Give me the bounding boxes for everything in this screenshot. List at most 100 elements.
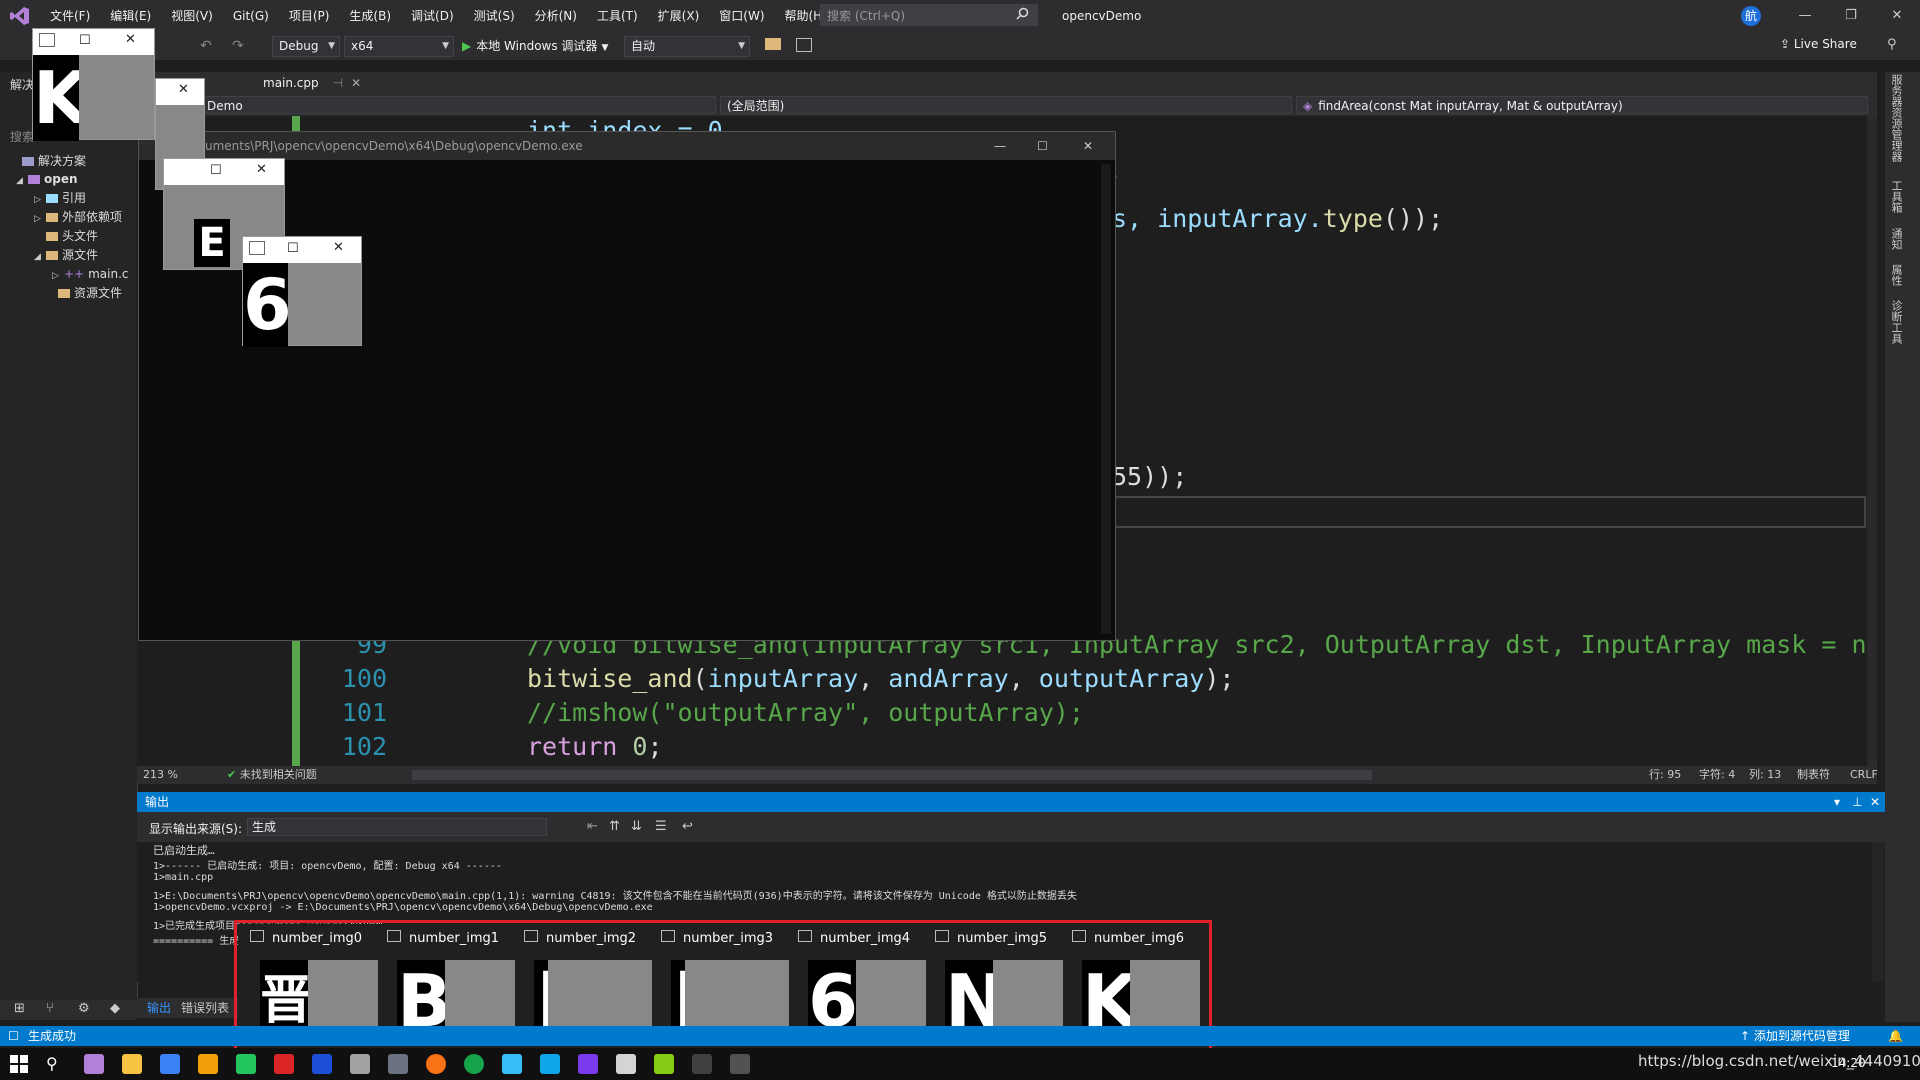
- solution-explorer-tab-icon[interactable]: ⊞: [14, 1001, 25, 1016]
- file-explorer-taskbar-icon[interactable]: [122, 1054, 142, 1074]
- undo-icon[interactable]: ↶: [200, 38, 212, 54]
- image-window-titlebar[interactable]: ☐ ✕: [164, 159, 284, 185]
- app-taskbar-icon[interactable]: [388, 1054, 408, 1074]
- firefox-taskbar-icon[interactable]: [426, 1054, 446, 1074]
- account-avatar[interactable]: 航: [1741, 6, 1761, 26]
- function-scope-dropdown[interactable]: ◈ findArea(const Mat inputArray, Mat & ou…: [1296, 96, 1868, 114]
- prev-message-icon[interactable]: ⇈: [609, 819, 620, 834]
- issues-indicator[interactable]: ✔ 未找到相关问题: [227, 766, 317, 784]
- app-taskbar-icon[interactable]: [350, 1054, 370, 1074]
- start-debugging-button[interactable]: ▶ 本地 Windows 调试器 ▼: [462, 36, 608, 57]
- auto-dropdown[interactable]: 自动 ▼: [624, 36, 750, 57]
- tab-error-list[interactable]: 错误列表: [181, 998, 229, 1018]
- tree-item-project[interactable]: ◢ open: [16, 170, 78, 188]
- notifications-tab[interactable]: 通知: [1888, 228, 1904, 250]
- diagnostics-tab[interactable]: 诊断工具: [1888, 300, 1904, 344]
- menu-git[interactable]: Git(G): [223, 0, 279, 32]
- menu-extensions[interactable]: 扩展(X): [648, 0, 710, 32]
- tree-item-main-cpp[interactable]: ▷ ++ main.c: [52, 265, 129, 283]
- app-taskbar-icon[interactable]: [692, 1054, 712, 1074]
- close-button[interactable]: ✕: [1083, 132, 1093, 160]
- close-button[interactable]: ✕: [178, 82, 189, 97]
- menu-debug[interactable]: 调试(D): [401, 0, 464, 32]
- app-taskbar-icon[interactable]: [274, 1054, 294, 1074]
- horizontal-scrollbar[interactable]: [412, 770, 1372, 780]
- console-scrollbar[interactable]: [1101, 164, 1111, 634]
- feedback-icon[interactable]: ⚲: [1887, 37, 1897, 52]
- left-horizontal-scrollbar[interactable]: [0, 978, 137, 992]
- tab-output[interactable]: 输出: [147, 998, 171, 1018]
- opencv-window-taskbar-icon[interactable]: [730, 1054, 750, 1074]
- folder-icon[interactable]: [765, 38, 781, 50]
- toolbox-tab[interactable]: 工具箱: [1888, 180, 1904, 213]
- menu-window[interactable]: 窗口(W): [709, 0, 774, 32]
- close-icon[interactable]: ✕: [1870, 792, 1880, 812]
- tree-item-references[interactable]: ▷ 引用: [34, 189, 86, 207]
- app-taskbar-icon[interactable]: [616, 1054, 636, 1074]
- menu-tools[interactable]: 工具(T): [587, 0, 648, 32]
- dropdown-icon[interactable]: ▾: [1834, 792, 1840, 812]
- source-control-button[interactable]: ↑ 添加到源代码管理: [1740, 1026, 1850, 1046]
- close-icon[interactable]: ✕: [351, 76, 361, 90]
- pin-icon[interactable]: ⊥: [1852, 792, 1862, 812]
- line-ending[interactable]: CRLF: [1850, 766, 1878, 784]
- app-taskbar-icon[interactable]: [198, 1054, 218, 1074]
- indent-mode[interactable]: 制表符: [1797, 766, 1830, 784]
- image-window-titlebar[interactable]: ☐ ✕: [33, 29, 154, 55]
- wechat-taskbar-icon[interactable]: [236, 1054, 256, 1074]
- find-icon[interactable]: ⇤: [587, 819, 598, 834]
- windows-start-icon[interactable]: [10, 1055, 28, 1073]
- collapse-icon[interactable]: ▷: [34, 191, 46, 209]
- minimize-button[interactable]: —: [1782, 0, 1828, 32]
- close-button[interactable]: ✕: [1874, 0, 1920, 32]
- image-window-titlebar[interactable]: ☐ ✕: [243, 237, 361, 263]
- platform-dropdown[interactable]: x64 ▼: [344, 36, 454, 57]
- visual-studio-taskbar-icon[interactable]: [84, 1054, 104, 1074]
- property-tab-icon[interactable]: ⚙: [78, 1001, 90, 1016]
- output-source-dropdown[interactable]: 生成: [247, 818, 547, 836]
- menu-analyze[interactable]: 分析(N): [525, 0, 587, 32]
- image-window-k[interactable]: ☐ ✕ K: [32, 28, 155, 141]
- next-message-icon[interactable]: ⇊: [631, 819, 642, 834]
- menu-view[interactable]: 视图(V): [161, 0, 223, 32]
- configuration-dropdown[interactable]: Debug ▼: [272, 36, 340, 57]
- search-icon[interactable]: [1016, 7, 1029, 20]
- editor-vertical-scrollbar[interactable]: [1867, 116, 1877, 766]
- git-tab-icon[interactable]: ◆: [110, 1001, 120, 1016]
- server-explorer-tab[interactable]: 服务器资源管理器: [1888, 74, 1904, 162]
- minimize-button[interactable]: —: [994, 132, 1006, 160]
- tree-item-headers[interactable]: 头文件: [46, 227, 98, 245]
- solution-explorer-search[interactable]: 搜索: [10, 128, 34, 146]
- close-button[interactable]: ✕: [333, 240, 344, 255]
- console-titlebar[interactable]: uments\PRJ\opencv\opencvDemo\x64\Debug\o…: [139, 132, 1115, 160]
- close-button[interactable]: ✕: [125, 32, 136, 47]
- menu-project[interactable]: 项目(P): [279, 0, 340, 32]
- vscode-taskbar-icon[interactable]: [540, 1054, 560, 1074]
- collapse-icon[interactable]: ▷: [34, 210, 46, 228]
- redo-icon[interactable]: ↷: [232, 38, 244, 54]
- properties-tab[interactable]: 属性: [1888, 264, 1904, 286]
- tree-item-resources[interactable]: 资源文件: [58, 284, 122, 302]
- search-input[interactable]: 搜索 (Ctrl+Q): [820, 4, 1038, 26]
- live-share-button[interactable]: ⇪ Live Share: [1780, 37, 1857, 51]
- tab-main-cpp[interactable]: main.cpp ⊣ ✕: [255, 72, 370, 96]
- clear-all-icon[interactable]: ☰: [655, 819, 667, 834]
- app-taskbar-icon[interactable]: [312, 1054, 332, 1074]
- app-taskbar-icon[interactable]: [654, 1054, 674, 1074]
- maximize-button[interactable]: ☐: [79, 33, 91, 48]
- git-changes-tab-icon[interactable]: ⑂: [46, 1001, 54, 1016]
- visual-studio-taskbar-icon[interactable]: [578, 1054, 598, 1074]
- screenshot-icon[interactable]: [796, 38, 812, 52]
- restore-button[interactable]: ❐: [1828, 0, 1874, 32]
- scope-dropdown[interactable]: (全局范围): [720, 96, 1292, 114]
- project-scope-dropdown[interactable]: Demo: [200, 96, 716, 114]
- tree-item-solution[interactable]: 解决方案: [22, 152, 86, 170]
- collapse-icon[interactable]: ▷: [52, 267, 64, 285]
- image-window-titlebar[interactable]: ✕: [156, 79, 204, 105]
- search-icon[interactable]: ⚲: [46, 1054, 58, 1073]
- menu-build[interactable]: 生成(B): [339, 0, 401, 32]
- tree-item-sources[interactable]: ◢ 源文件: [34, 246, 98, 264]
- image-window-6[interactable]: ☐ ✕ 6: [242, 236, 362, 347]
- word-wrap-icon[interactable]: ↩: [682, 819, 693, 834]
- output-scrollbar[interactable]: [1872, 842, 1884, 982]
